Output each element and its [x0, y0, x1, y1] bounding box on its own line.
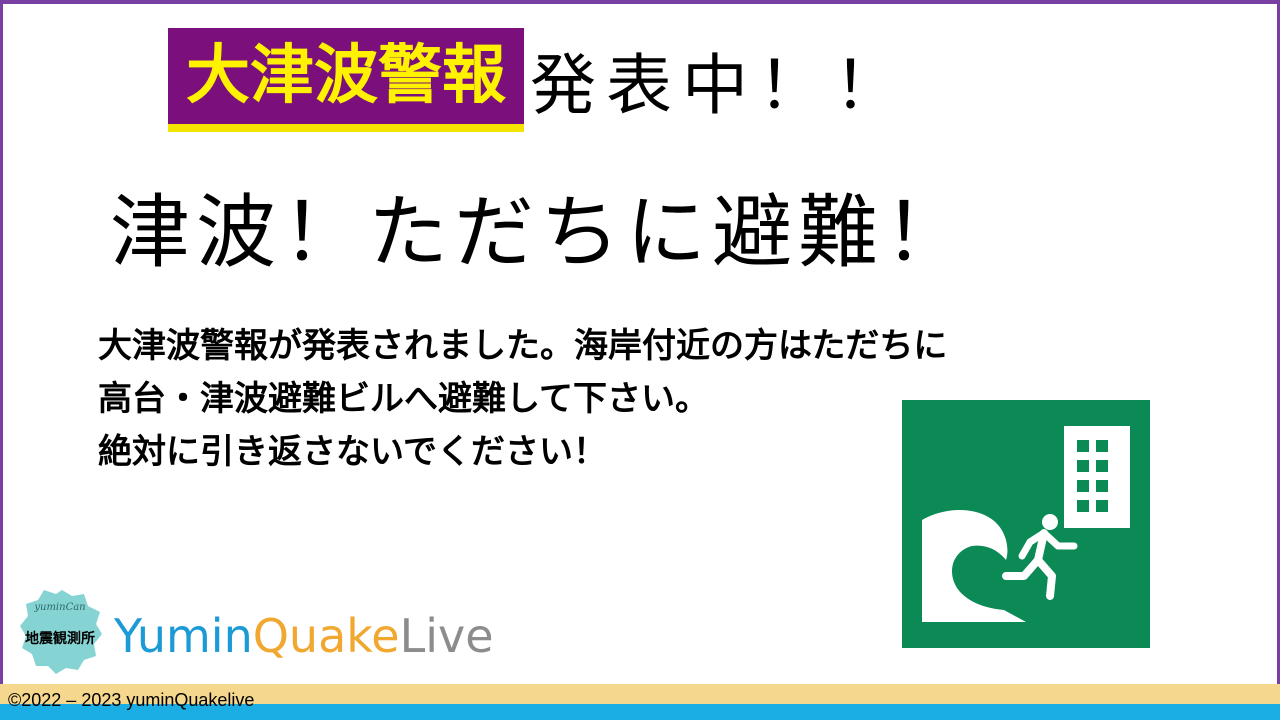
- logo-wordmark-live: Live: [400, 609, 494, 663]
- logo-wordmark-quake: Quake: [253, 609, 400, 663]
- warning-badge: 大津波警報: [168, 28, 524, 132]
- tsunami-evacuation-building-icon: [902, 400, 1150, 648]
- yuminquakelive-logo: yuminCan 地震観測所 YuminQuakeLive: [20, 590, 494, 674]
- logo-wordmark: YuminQuakeLive: [113, 609, 494, 663]
- copyright-text: ©2022 – 2023 yuminQuakelive: [8, 690, 255, 710]
- message-line-1: 大津波警報が発表されました。海岸付近の方はただちに: [98, 326, 948, 366]
- headline-rest: 発表中！！: [530, 47, 910, 124]
- headline: 大津波警報 発表中！！: [168, 24, 910, 136]
- logo-badge-text: 地震観測所: [25, 630, 95, 647]
- evacuation-subheading: 津波！ただちに避難！: [110, 186, 970, 279]
- logo-wordmark-yumin: Yumin: [113, 609, 253, 663]
- logo-badge-script: yuminCan: [33, 602, 85, 613]
